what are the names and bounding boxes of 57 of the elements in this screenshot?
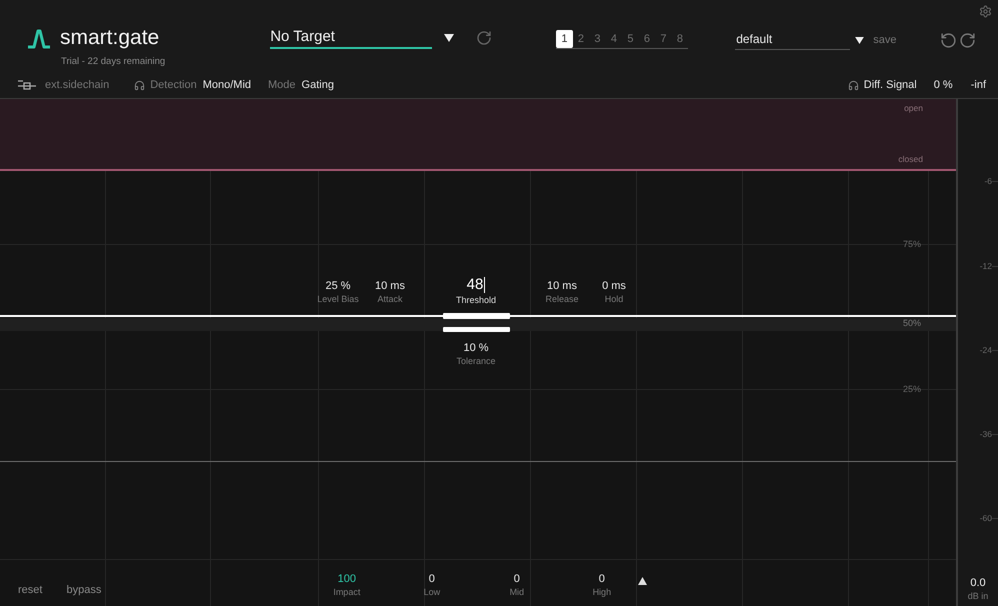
percent-label: 25% [902, 383, 921, 396]
param-value: 0 ms [602, 279, 626, 293]
meter-tick-label: -60 [978, 512, 992, 525]
meter-unit: dB in [968, 590, 988, 602]
logo-text: smart:gate [60, 26, 160, 50]
band-knob[interactable]: 0 High [559, 572, 644, 598]
band-knob[interactable]: 0 Mid [474, 572, 560, 598]
param-label: Release [545, 293, 579, 305]
param-value: 10 ms [375, 279, 405, 293]
percent-label: 50% [902, 318, 921, 329]
param-label: Attack [377, 293, 402, 305]
headphones-icon [848, 80, 859, 90]
diff-signal-toggle[interactable]: Diff. Signal [864, 76, 917, 94]
meter-tick-label: -24 [978, 344, 992, 357]
settings-icon[interactable] [979, 5, 992, 18]
preset-dropdown[interactable]: default [735, 30, 850, 50]
dropdown-caret-icon[interactable] [444, 34, 454, 42]
meter-tick-label: -6 [983, 175, 992, 188]
dropdown-caret-icon[interactable] [855, 36, 864, 44]
band-label: closed [898, 153, 923, 166]
tolerance-handle[interactable] [443, 327, 510, 332]
threshold-handle[interactable] [443, 313, 510, 319]
diff-level: -inf [970, 78, 986, 93]
save-button[interactable]: save [873, 32, 896, 48]
trial-text: Trial - 22 days remaining [61, 55, 166, 69]
refresh-icon[interactable] [476, 30, 492, 46]
meter-tick-label: -12 [978, 260, 992, 273]
param-label: Tolerance [456, 355, 496, 367]
detection-value[interactable]: Mono/Mid [202, 76, 251, 94]
reset-button[interactable]: reset [18, 582, 42, 598]
param-label: Threshold [456, 294, 496, 306]
undo-icon[interactable] [940, 32, 958, 49]
expand-triangle-icon[interactable] [638, 577, 648, 585]
redo-icon[interactable] [959, 32, 976, 49]
sidechain-toggle[interactable]: ext.sidechain [45, 76, 110, 94]
diff-percent: 0 % [934, 78, 953, 93]
logo-icon [27, 28, 51, 48]
param-value: 10 ms [547, 279, 577, 293]
threshold-input[interactable]: 48 [466, 276, 486, 294]
meter-tick-label: -36 [978, 428, 992, 441]
detection-label: Detection [150, 78, 197, 93]
band-knob[interactable]: 100 Impact [304, 572, 390, 598]
headphones-icon [134, 80, 146, 90]
sidechain-icon[interactable] [18, 80, 36, 90]
mode-label: Mode [268, 78, 296, 93]
param-label: Hold [604, 293, 624, 305]
target-dropdown[interactable]: No Target [270, 27, 432, 49]
param-label: Level Bias [317, 293, 359, 305]
meter-reading: 0.0 [970, 577, 986, 590]
band-knob[interactable]: 0 Low [389, 572, 474, 598]
band-label: open [904, 102, 923, 115]
percent-label: 75% [902, 238, 921, 251]
preset-slot[interactable]: 1 [556, 30, 573, 48]
param-value: 10 % [463, 341, 489, 355]
bypass-button[interactable]: bypass [66, 582, 102, 598]
param-value: 25 % [325, 279, 351, 293]
mode-value[interactable]: Gating [302, 76, 334, 94]
